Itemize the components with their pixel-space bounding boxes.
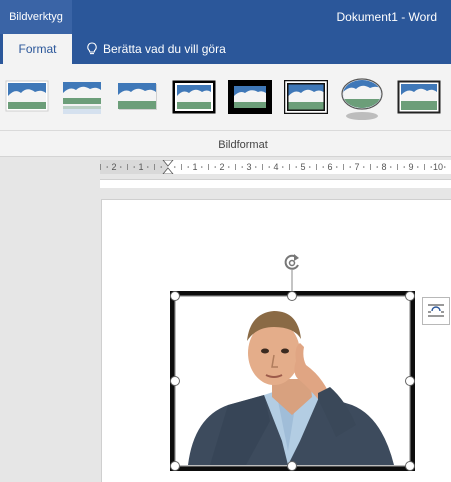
group-label-picture-styles: Bildformat [218,139,268,151]
ruler-dot [214,166,217,168]
rotate-icon [284,254,299,291]
ruler-dot [335,166,338,168]
picture-style-thumbnail [341,78,383,120]
ruler-dot [187,166,190,168]
ruler-label: 8 [381,162,386,172]
ruler-dot [200,166,203,168]
tab-format[interactable]: Format [3,34,72,64]
group-divider [0,130,451,131]
ruler-dot [308,166,311,168]
picture-style-oval[interactable] [338,76,386,124]
ruler-dot [160,166,163,168]
picture-style-thumbnail [118,83,157,110]
ruler-dot [119,166,122,168]
ruler-dot [403,166,406,168]
ruler-dot [106,166,109,168]
picture-style-double-frame[interactable] [282,76,330,118]
picture-style-metal-frame[interactable] [395,76,443,118]
horizontal-ruler[interactable]: 2 1 1 2 3 4 5 6 7 8 9 10 [92,159,451,175]
picture-styles-gallery [0,64,451,130]
picture-style-thumbnail [228,80,272,114]
ruler-label: 2 [219,162,224,172]
ruler-dot [268,166,271,168]
ruler-dot [430,166,433,168]
ruler-dot [416,166,419,168]
ruler-dot [322,166,325,168]
picture-style-reflected[interactable] [58,78,106,120]
layout-options-button[interactable] [422,297,450,325]
ribbon-tab-row: Format Berätta vad du vill göra [0,34,451,64]
ruler-dot [281,166,284,168]
picture-style-thumbnail [397,80,441,114]
ruler-dot [443,166,446,168]
document-title: Dokument1 - Word [336,10,437,24]
ruler-label: 3 [246,162,251,172]
ruler-label: 4 [273,162,278,172]
selected-picture[interactable] [170,291,415,471]
ruler-label: 2 [111,162,116,172]
lightbulb-icon [87,42,97,55]
ruler-dot [389,166,392,168]
ruler-label: 1 [138,162,143,172]
ruler-dot [362,166,365,168]
rotate-handle[interactable] [280,251,304,291]
ruler-dot [133,166,136,168]
ruler-dot [295,166,298,168]
ruler-label: 5 [300,162,305,172]
ruler-dot [241,166,244,168]
ruler-scale: 2 1 1 2 3 4 5 6 7 8 9 10 [92,159,446,175]
ruler-label: 1 [192,162,197,172]
picture-style-thick-matte-black[interactable] [226,76,274,118]
ruler-label: 6 [327,162,332,172]
ruler-dot [349,166,352,168]
tell-me-search[interactable]: Berätta vad du vill göra [86,34,226,64]
horizontal-ruler-area: 2 1 1 2 3 4 5 6 7 8 9 10 [0,157,451,191]
picture-person-photo [170,291,415,471]
picture-style-thumbnail [5,80,49,112]
ruler-dot [227,166,230,168]
ruler-label: 9 [408,162,413,172]
ruler-dot [146,166,149,168]
ruler-lower-strip [100,179,451,188]
ribbon-body: Bildformat [0,64,451,157]
picture-style-thumbnail [63,82,101,114]
ruler-label: 10 [433,162,443,172]
context-tab-picture-tools: Bildverktyg [0,0,72,34]
picture-style-thumbnail [284,80,328,114]
tell-me-label: Berätta vad du vill göra [103,42,226,56]
ruler-dot [173,166,176,168]
ruler-label: 7 [354,162,359,172]
picture-style-simple-frame-white[interactable] [3,76,51,118]
picture-style-thumbnail [172,80,216,114]
title-bar: Bildverktyg Dokument1 - Word [0,0,451,34]
picture-style-simple-frame-black[interactable] [170,76,218,118]
ruler-dot [376,166,379,168]
ruler-dot [254,166,257,168]
wrap-text-icon [428,304,444,317]
picture-style-soft-shadow[interactable] [113,76,161,118]
